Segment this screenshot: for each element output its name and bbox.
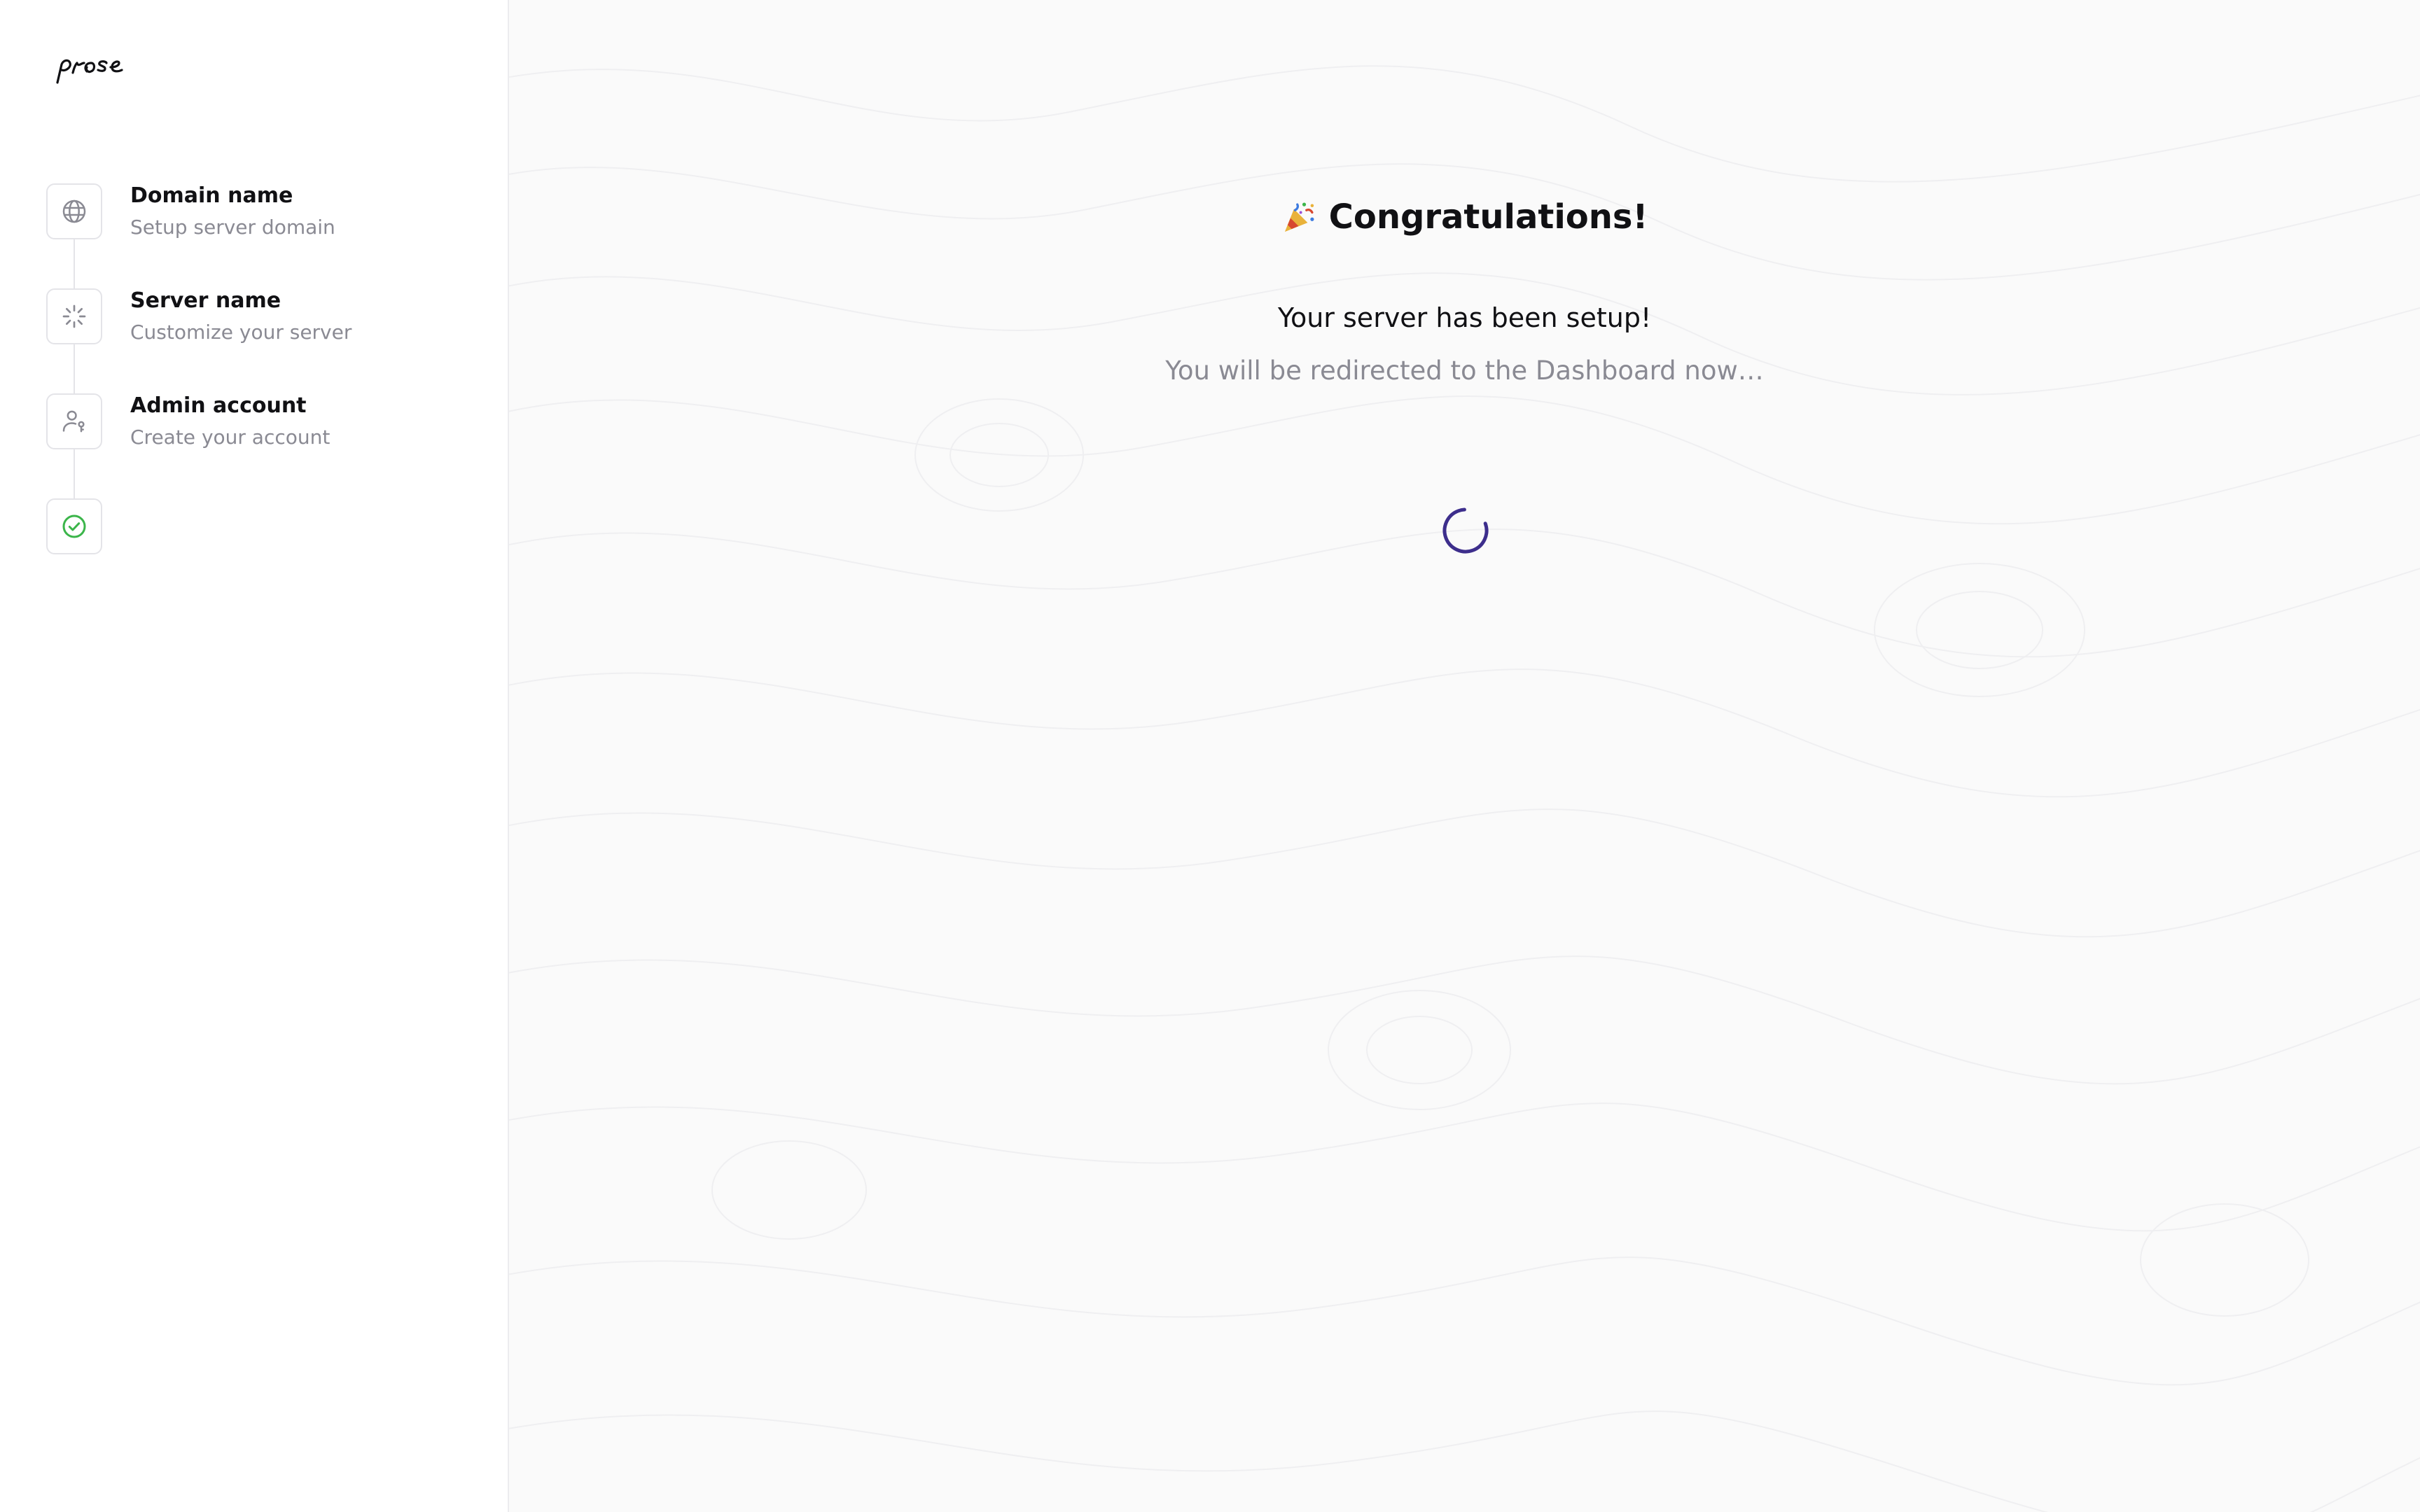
success-message: Your server has been setup!: [1277, 302, 1652, 333]
step-connector: [74, 239, 75, 288]
step-subtitle: Customize your server: [130, 321, 352, 344]
loading-spinner: [1442, 507, 1489, 554]
user-key-icon: [46, 393, 102, 449]
step-complete: [46, 498, 466, 557]
globe-icon: [46, 183, 102, 239]
redirect-message: You will be redirected to the Dashboard …: [1165, 356, 1764, 386]
party-popper-icon: [1284, 202, 1314, 232]
app-window: Domain name Setup server domain Server n…: [0, 0, 2420, 1512]
step-title: Domain name: [130, 183, 293, 208]
step-subtitle: Setup server domain: [130, 216, 335, 239]
step-admin-account[interactable]: Admin account Create your account: [46, 393, 466, 452]
step-title: Server name: [130, 288, 281, 313]
main-content: Congratulations! Your server has been se…: [509, 0, 2420, 1512]
step-connector: [74, 344, 75, 393]
page-title: Congratulations!: [509, 197, 2420, 237]
heading-text: Congratulations!: [1328, 197, 1648, 237]
prose-logo: [56, 59, 123, 84]
step-connector: [74, 449, 75, 498]
check-circle-icon: [46, 498, 102, 554]
sidebar: Domain name Setup server domain Server n…: [0, 0, 509, 1512]
step-title: Admin account: [130, 393, 307, 418]
loader-icon: [46, 288, 102, 344]
step-subtitle: Create your account: [130, 426, 331, 449]
step-server-name[interactable]: Server name Customize your server: [46, 288, 466, 347]
step-domain-name[interactable]: Domain name Setup server domain: [46, 183, 466, 242]
